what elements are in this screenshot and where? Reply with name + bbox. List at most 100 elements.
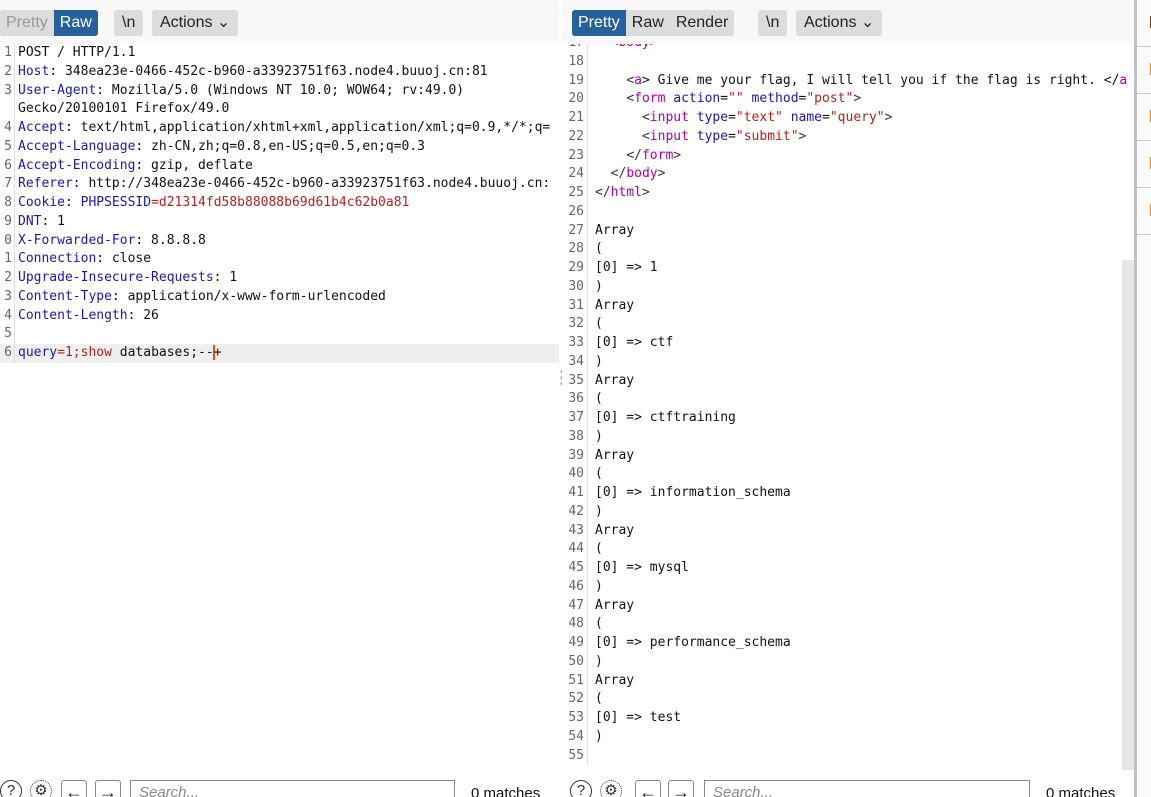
previous-match-button[interactable]: ←	[635, 780, 661, 797]
code-line: 55	[562, 746, 1136, 766]
code-token: (	[595, 616, 603, 632]
code-token: : text/html,application/xhtml+xml,applic…	[64, 120, 551, 135]
line-text: POST / HTTP/1.1	[15, 44, 135, 63]
tab-pretty[interactable]: Pretty	[572, 10, 626, 36]
code-token: : zh-CN,zh;q=0.8,en-US;q=0.5,en;q=0.3	[135, 138, 425, 154]
side-tab[interactable]	[1137, 0, 1151, 47]
line-text: [0] => 1	[592, 259, 658, 278]
code-token: <	[626, 72, 635, 88]
code-line: 33 [0] => ctf	[562, 334, 1136, 353]
request-editor[interactable]: 1 POST / HTTP/1.1 2 Host: 348ea23e-0466-452…	[0, 44, 559, 767]
code-line: 25 </html>	[562, 184, 1136, 203]
line-number: 1	[0, 44, 15, 63]
tab-render[interactable]: Render	[670, 10, 734, 36]
code-token: Array	[595, 672, 635, 688]
line-number: 37	[562, 409, 588, 428]
help-icon[interactable]: ?	[0, 780, 22, 797]
line-number: 3	[0, 287, 15, 307]
code-line: 3 Content-Type: application/x-www-form-ur…	[0, 287, 559, 307]
line-number: 6	[0, 344, 15, 363]
code-token: form	[641, 147, 674, 163]
newline-toggle-button[interactable]: \n	[758, 10, 788, 36]
line-number: 52	[562, 690, 588, 709]
tab-raw[interactable]: Raw	[626, 10, 670, 36]
line-number: 36	[562, 390, 588, 409]
code-token: method	[743, 91, 799, 107]
search-input[interactable]: Search...	[704, 780, 1030, 797]
line-text: Array	[592, 447, 634, 466]
gear-icon[interactable]: ⚙	[30, 780, 52, 797]
inspector-side-panel	[1137, 0, 1151, 797]
gear-icon[interactable]: ⚙	[600, 780, 622, 797]
chevron-down-icon: ⌄	[860, 14, 875, 31]
code-line: 6 query=1;show databases;--+	[0, 344, 559, 363]
response-viewer[interactable]: 17 <body>1819 <a> Give me your flag, I w…	[562, 44, 1136, 767]
side-tab[interactable]	[1137, 141, 1151, 188]
code-token: html	[610, 185, 642, 200]
line-text: <body>	[592, 44, 658, 53]
line-number: 47	[562, 596, 588, 616]
code-line: 1 POST / HTTP/1.1	[0, 44, 559, 63]
previous-match-button[interactable]: ←	[61, 780, 87, 797]
code-line: 41 [0] => information_schema	[562, 484, 1136, 503]
line-text: (	[592, 690, 603, 709]
line-number: 49	[562, 634, 588, 653]
line-number: 9	[0, 212, 15, 232]
line-text: Upgrade-Insecure-Requests: 1	[15, 269, 237, 288]
line-text: Content-Length: 26	[15, 307, 159, 326]
code-line: 1 Connection: close	[0, 250, 559, 269]
next-match-button[interactable]: →	[95, 780, 121, 797]
code-token: Upgrade-Insecure-Requests	[18, 270, 214, 285]
line-text: )	[592, 278, 603, 297]
code-token: : 1	[41, 213, 65, 229]
code-token: <	[626, 91, 635, 107]
line-text: Array	[592, 297, 634, 316]
code-token: input	[649, 128, 689, 144]
code-token: >	[884, 110, 893, 125]
line-number: 55	[562, 746, 588, 766]
side-tab[interactable]	[1137, 188, 1151, 235]
actions-menu-button[interactable]: Actions ⌄	[796, 10, 883, 36]
line-number: 3	[0, 81, 15, 101]
code-token: >	[657, 166, 666, 182]
line-number: 53	[562, 709, 588, 728]
response-scrollbar[interactable]	[1122, 260, 1134, 770]
code-token: "submit"	[735, 128, 799, 144]
next-match-button[interactable]: →	[668, 780, 694, 797]
line-text: )	[592, 353, 603, 372]
help-icon[interactable]: ?	[570, 780, 592, 797]
code-line: 38)	[562, 427, 1136, 447]
code-line: 37 [0] => ctftraining	[562, 409, 1136, 428]
code-token: User-Agent	[18, 82, 97, 98]
code-line: 42)	[562, 502, 1136, 522]
code-line: 4 Accept: text/html,application/xhtml+xml…	[0, 119, 559, 138]
code-token: [0] => ctf	[595, 335, 674, 350]
code-line: 52 (	[562, 690, 1136, 709]
tab-raw[interactable]: Raw	[53, 10, 98, 36]
search-input[interactable]: Search...	[130, 780, 455, 797]
line-text	[592, 203, 595, 222]
code-token: Accept-Encoding	[18, 157, 136, 173]
code-line: 54)	[562, 727, 1136, 747]
line-text: Array	[592, 597, 634, 616]
side-tab[interactable]	[1137, 47, 1151, 94]
code-token: =	[822, 110, 830, 125]
line-text: </body>	[592, 165, 666, 184]
code-token: [0] => ctftraining	[595, 410, 736, 425]
line-text: Accept: text/html,application/xhtml+xml,…	[15, 119, 550, 138]
request-search-bar: ? ⚙ ← → Search... 0 matches	[0, 767, 559, 797]
line-number: 33	[562, 334, 588, 353]
actions-menu-button[interactable]: Actions ⌄	[152, 10, 239, 36]
line-text: Gecko/20100101 Firefox/49.0	[15, 100, 229, 119]
code-token: (	[595, 241, 603, 257]
code-token: PHPSESSID	[80, 195, 152, 210]
newline-toggle-button[interactable]: \n	[114, 10, 144, 36]
code-token: : Mozilla/5.0 (Windows NT 10.0; WOW64; r…	[96, 82, 465, 98]
tab-pretty[interactable]: Pretty	[0, 10, 54, 36]
code-token: : close	[96, 251, 152, 267]
side-tab[interactable]	[1137, 94, 1151, 141]
code-line: 31 Array	[562, 296, 1136, 316]
code-line: 34)	[562, 352, 1136, 372]
